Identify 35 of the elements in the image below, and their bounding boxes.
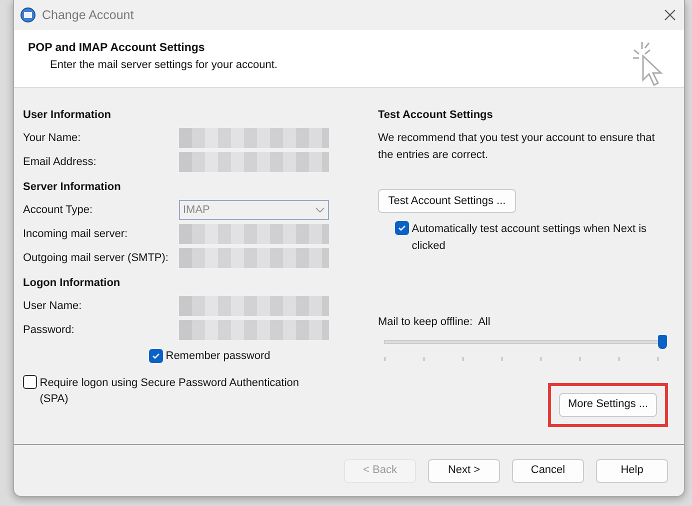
header-title: POP and IMAP Account Settings (28, 41, 206, 56)
checkmark-icon (151, 351, 161, 362)
section-heading: Test Account Settings (378, 108, 494, 123)
app-icon (20, 7, 36, 23)
close-button[interactable] (664, 9, 676, 21)
checkbox[interactable] (395, 221, 409, 235)
field-label: Your Name: (23, 130, 82, 146)
field-label: Email Address: (23, 154, 98, 170)
section-heading: User Information (23, 108, 112, 123)
field-label: Mail to keep offline: (378, 315, 473, 330)
checkmark-icon (397, 223, 407, 233)
slider[interactable] (384, 334, 668, 348)
chevron-icon (314, 206, 326, 214)
section-heading: Logon Information (23, 276, 122, 291)
checkbox-label: Require logon using Secure Password Authentication (SPA) (40, 376, 300, 407)
field-label: Account Type: (23, 202, 94, 218)
checkbox[interactable] (23, 374, 37, 388)
header-subtitle: Enter the mail server settings for your account. (50, 58, 278, 74)
dialog-button[interactable]: Next > (428, 458, 500, 482)
field-label: Outgoing mail server (SMTP): (23, 250, 170, 266)
field-value: All (478, 315, 490, 330)
checkbox-label: Automatically test account settings when Next is clicked (412, 222, 648, 254)
test-account-settings-button[interactable]: Test Account Settings ... (378, 189, 516, 213)
slider-thumb[interactable] (658, 334, 668, 348)
dialog-button[interactable]: Help (596, 458, 668, 482)
more-settings-button[interactable]: More Settings ... (559, 392, 657, 416)
window-title: Change Account (42, 6, 134, 24)
section-heading: Server Information (23, 180, 122, 195)
checkbox-label: Remember password (166, 349, 270, 364)
dialog-button[interactable]: Cancel (512, 458, 584, 482)
checkbox[interactable] (149, 349, 163, 364)
description-text: We recommend that you test your account to ensure that the entries are correct. (378, 131, 656, 162)
field-label: User Name: (23, 298, 83, 314)
field-label: Incoming mail server: (23, 226, 129, 242)
field-label: Password: (23, 322, 76, 338)
